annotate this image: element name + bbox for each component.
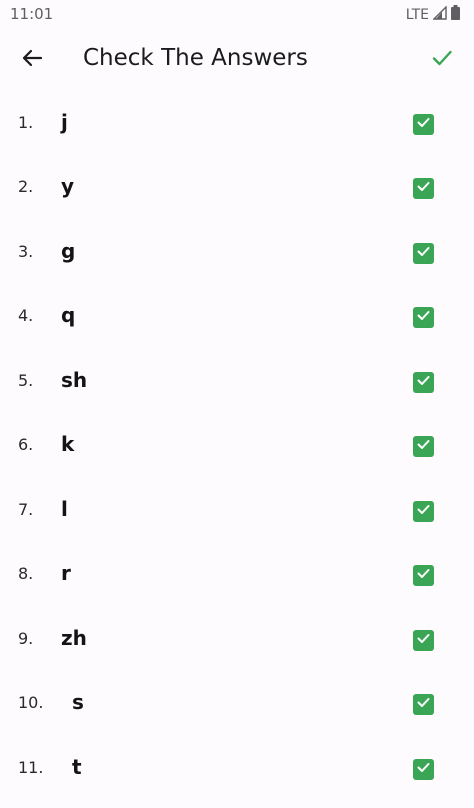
signal-icon	[432, 5, 447, 24]
answer-checkbox[interactable]	[413, 501, 434, 522]
answer-text: j	[61, 110, 68, 134]
answer-number: 8.	[18, 564, 34, 583]
answer-text: y	[61, 174, 75, 198]
answer-number: 3.	[18, 242, 34, 261]
answer-number: 1.	[18, 113, 34, 132]
answer-row-4: 4. q	[0, 286, 474, 350]
answer-checkbox[interactable]	[413, 436, 434, 457]
answer-row-3: 3. g	[0, 222, 474, 286]
answer-row-9: 9. zh	[0, 609, 474, 673]
check-icon	[416, 308, 431, 327]
answer-row-10: 10. s	[0, 673, 474, 737]
check-icon	[416, 115, 431, 134]
answer-checkbox[interactable]	[413, 178, 434, 199]
check-icon	[430, 46, 454, 74]
check-icon	[416, 179, 431, 198]
answer-text: k	[61, 432, 75, 456]
status-time: 11:01	[10, 5, 54, 23]
answer-number: 11.	[18, 758, 44, 777]
answer-checkbox[interactable]	[413, 372, 434, 393]
answer-number: 10.	[18, 693, 44, 712]
answer-checkbox[interactable]	[413, 114, 434, 135]
answer-text: zh	[61, 626, 87, 650]
answer-row-11: 11. t	[0, 738, 474, 802]
check-icon	[416, 566, 431, 585]
network-type: LTE	[405, 6, 429, 23]
answer-checkbox[interactable]	[413, 694, 434, 715]
answer-checkbox[interactable]	[413, 759, 434, 780]
confirm-button[interactable]	[424, 42, 460, 78]
answer-checkbox[interactable]	[413, 630, 434, 651]
check-icon	[416, 695, 431, 714]
answer-text: g	[61, 239, 76, 263]
arrow-left-icon	[21, 47, 43, 73]
answer-row-1: 1. j	[0, 93, 474, 157]
answer-number: 7.	[18, 500, 34, 519]
answer-row-7: 7. l	[0, 480, 474, 544]
answer-row-6: 6. k	[0, 415, 474, 479]
answer-number: 4.	[18, 306, 34, 325]
answer-text: l	[61, 497, 68, 521]
answer-row-8: 8. r	[0, 544, 474, 608]
check-icon	[416, 244, 431, 263]
answer-checkbox[interactable]	[413, 307, 434, 328]
answer-text: t	[72, 755, 82, 779]
answer-number: 5.	[18, 371, 34, 390]
answer-number: 2.	[18, 177, 34, 196]
check-icon	[416, 502, 431, 521]
check-icon	[416, 760, 431, 779]
answer-text: sh	[61, 368, 88, 392]
battery-icon	[451, 5, 460, 24]
answer-checkbox[interactable]	[413, 565, 434, 586]
answer-row-5: 5. sh	[0, 351, 474, 415]
answer-number: 6.	[18, 435, 34, 454]
back-button[interactable]	[14, 42, 50, 78]
app-bar: Check The Answers	[0, 32, 474, 88]
answer-text: r	[61, 561, 71, 585]
check-icon	[416, 437, 431, 456]
status-bar: 11:01 LTE	[0, 0, 474, 28]
answer-row-2: 2. y	[0, 157, 474, 221]
page-title: Check The Answers	[83, 45, 308, 71]
status-indicators: LTE	[406, 5, 460, 24]
answer-text: s	[72, 690, 84, 714]
answer-text: q	[61, 303, 76, 327]
answer-checkbox[interactable]	[413, 243, 434, 264]
check-icon	[416, 631, 431, 650]
check-icon	[416, 373, 431, 392]
answer-number: 9.	[18, 629, 34, 648]
